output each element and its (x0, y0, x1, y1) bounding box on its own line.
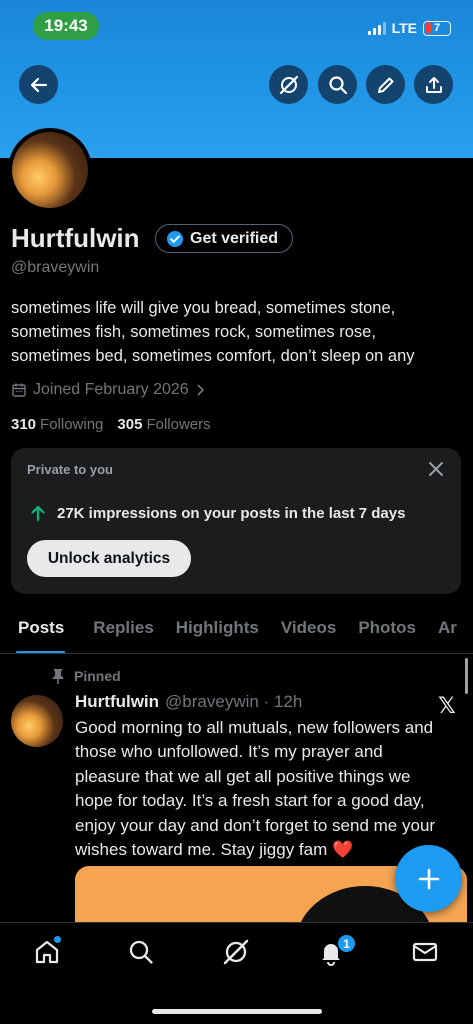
analytics-card: Private to you 27K impressions on your p… (11, 448, 461, 594)
network-label: LTE (391, 20, 417, 36)
post-text-line: enjoy your day and don’t forget to send … (75, 815, 436, 835)
pinned-label: Pinned (74, 668, 121, 684)
get-verified-button[interactable]: Get verified (155, 224, 294, 253)
profile-handle: @braveywin (11, 259, 100, 276)
following-label: Following (40, 416, 104, 433)
profile-bio: sometimes life will give you bread, some… (11, 296, 467, 368)
joined-date[interactable]: Joined February 2026 (11, 381, 205, 399)
edit-pencil-icon (377, 77, 393, 93)
signal-icon (367, 21, 386, 35)
joined-label: Joined February 2026 (33, 381, 189, 398)
search-icon (328, 75, 347, 94)
status-time: 19:43 (33, 12, 99, 40)
bio-line: sometimes life will give you bread, some… (11, 299, 396, 317)
impressions-text: 27K impressions on your posts in the las… (57, 504, 406, 522)
search-icon (129, 940, 153, 964)
tab-highlights[interactable]: Highlights (165, 606, 270, 653)
tab-replies[interactable]: Replies (75, 606, 164, 653)
post-text-line: Good morning to all mutuals, new followe… (75, 718, 434, 737)
nav-grok[interactable] (221, 937, 251, 967)
messages-icon (412, 942, 438, 962)
post-text-line: those who unfollowed. It’s my prayer and (75, 742, 383, 762)
home-notification-dot (54, 936, 61, 943)
close-icon[interactable] (427, 460, 445, 478)
edit-button[interactable] (366, 65, 405, 104)
home-indicator[interactable] (152, 1009, 322, 1014)
post-avatar[interactable] (11, 695, 63, 747)
follow-stats: 310 Following 305 Followers (11, 416, 211, 433)
share-button[interactable] (414, 65, 453, 104)
tab-videos[interactable]: Videos (270, 606, 347, 653)
followers-link[interactable]: 305 Followers (117, 416, 210, 433)
profile-avatar[interactable] (8, 128, 92, 212)
battery-level: 7 (433, 22, 441, 34)
profile-tabs: Posts Replies Highlights Videos Photos A… (0, 606, 473, 654)
post-text[interactable]: Good morning to all mutuals, new followe… (75, 716, 467, 862)
calendar-icon (12, 383, 26, 397)
get-verified-label: Get verified (190, 229, 279, 247)
back-button[interactable] (19, 65, 58, 104)
avatar-image (12, 132, 88, 208)
bio-line: sometimes fish, sometimes rock, sometime… (11, 323, 376, 341)
status-bar-right: LTE 7 (367, 18, 451, 38)
impressions-summary: 27K impressions on your posts in the las… (29, 504, 405, 522)
chevron-right-icon (197, 384, 204, 396)
post-meta: @braveywin · 12h (165, 692, 303, 711)
post-header: Hurtfulwin @braveywin · 12h (75, 692, 302, 712)
arrow-up-icon (31, 505, 45, 522)
back-arrow-icon (30, 77, 47, 92)
bio-line: sometimes bed, sometimes comfort, don’t … (11, 347, 415, 365)
scrollbar[interactable] (465, 658, 468, 694)
followers-count: 305 (117, 416, 143, 433)
pin-icon (52, 669, 64, 684)
private-label: Private to you (27, 462, 113, 477)
tab-photos[interactable]: Photos (347, 606, 427, 653)
unlock-analytics-button[interactable]: Unlock analytics (27, 540, 191, 577)
search-button[interactable] (318, 65, 357, 104)
grok-icon (223, 939, 249, 965)
notification-badge: 1 (337, 934, 356, 953)
bottom-nav: 1 (0, 922, 473, 1024)
post-text-line: hope for today. It’s a fresh start for a… (75, 791, 425, 811)
grok-icon (279, 75, 298, 94)
followers-label: Followers (146, 416, 211, 433)
pinned-indicator: Pinned (52, 668, 121, 684)
battery-icon: 7 (423, 20, 451, 36)
following-link[interactable]: 310 Following (11, 416, 103, 433)
share-icon (425, 76, 442, 93)
plus-icon (418, 868, 439, 889)
tab-articles[interactable]: Ar (427, 606, 468, 653)
profile-name: Hurtfulwin (11, 223, 140, 253)
post-text-line: pleasure that we all get all positive th… (75, 766, 411, 786)
tab-posts[interactable]: Posts (0, 606, 75, 653)
grok-button[interactable] (269, 65, 308, 104)
compose-post-button[interactable] (395, 845, 462, 912)
post-author[interactable]: Hurtfulwin (75, 692, 159, 712)
verified-badge-icon (167, 230, 183, 247)
following-count: 310 (11, 416, 37, 433)
nav-search[interactable] (126, 937, 156, 967)
nav-messages[interactable] (410, 937, 440, 967)
